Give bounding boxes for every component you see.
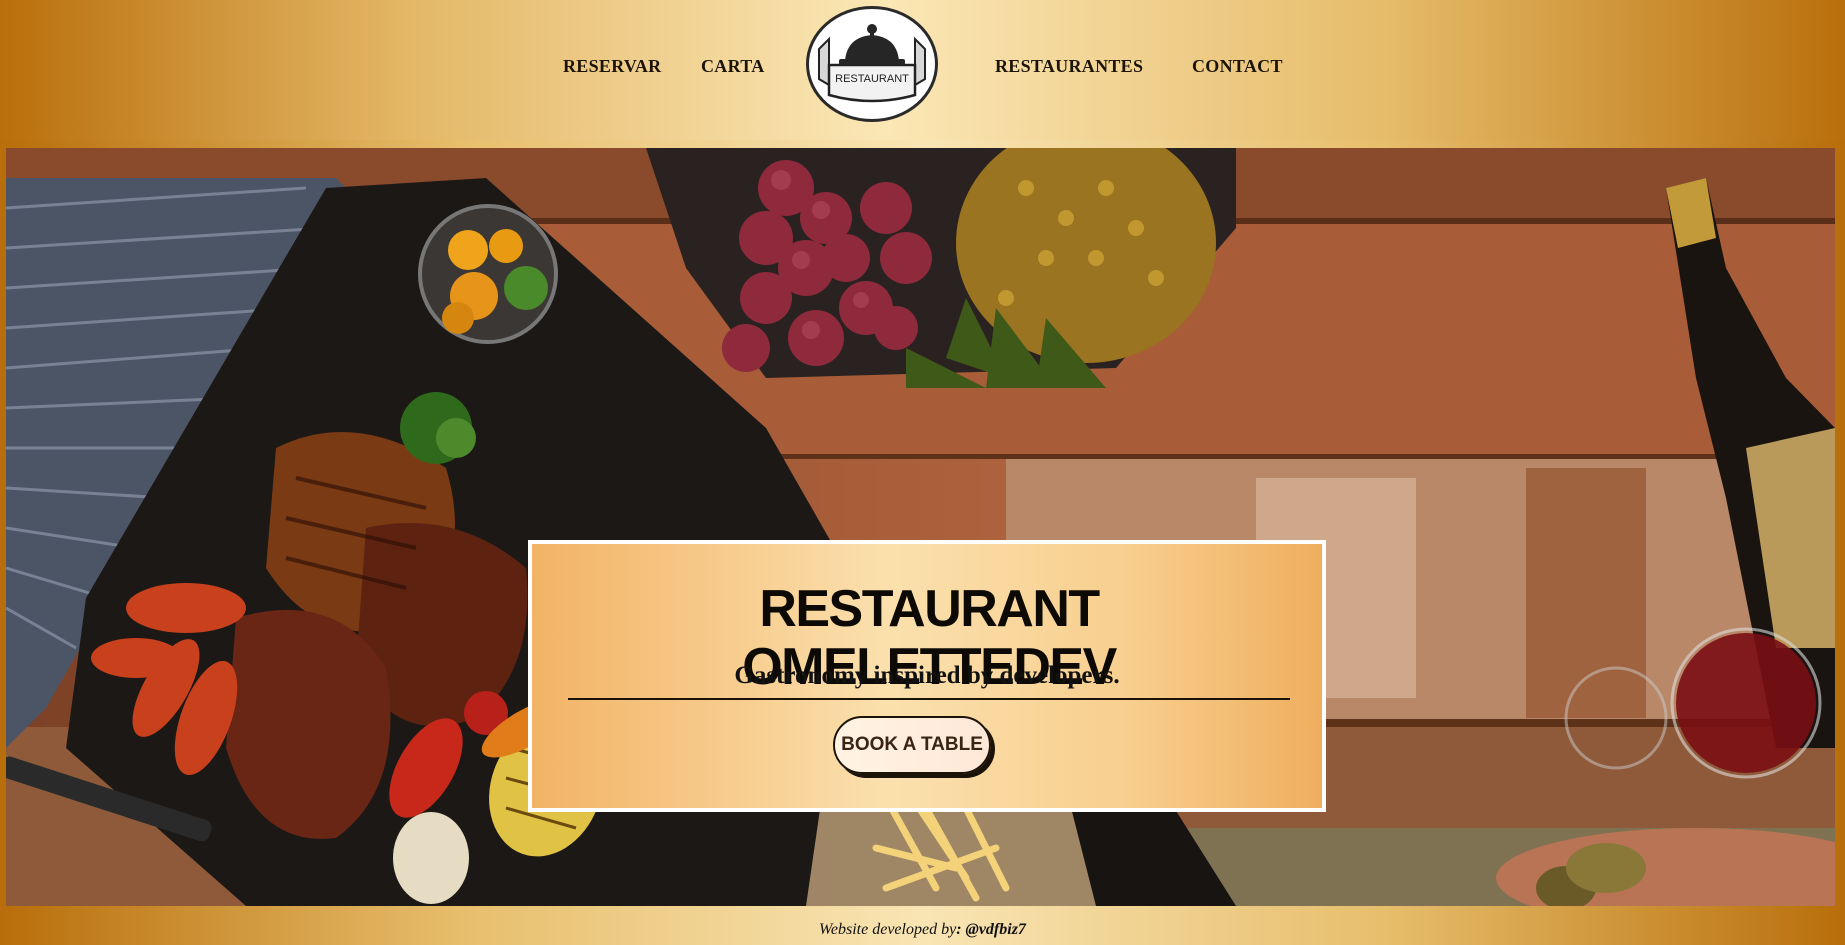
hero-section: RESTAURANT OMELETTEDEV Gastronomy inspir… — [6, 148, 1835, 906]
nav-link-restaurantes[interactable]: RESTAURANTES — [995, 56, 1143, 77]
footer-handle[interactable]: : @vdfbiz7 — [956, 921, 1026, 938]
footer-prefix: Website developed by — [819, 921, 957, 938]
nav-link-reservar[interactable]: RESERVAR — [563, 56, 661, 77]
site-header: RESERVAR CARTA RESTAURANT RESTAURANTES C… — [0, 0, 1845, 140]
book-table-button[interactable]: BOOK A TABLE — [833, 716, 991, 774]
restaurant-logo[interactable]: RESTAURANT — [806, 6, 938, 122]
logo-text: RESTAURANT — [835, 73, 909, 85]
nav-link-carta[interactable]: CARTA — [701, 56, 765, 77]
hero-card: RESTAURANT OMELETTEDEV Gastronomy inspir… — [528, 540, 1326, 812]
nav-link-contact[interactable]: CONTACT — [1192, 56, 1283, 77]
hero-subtitle: Gastronomy inspired by developers. — [734, 662, 1120, 689]
site-footer: Website developed by: @vdfbiz7 — [0, 914, 1845, 945]
cloche-icon — [818, 24, 926, 103]
footer-credit: Website developed by: @vdfbiz7 — [819, 921, 1026, 938]
